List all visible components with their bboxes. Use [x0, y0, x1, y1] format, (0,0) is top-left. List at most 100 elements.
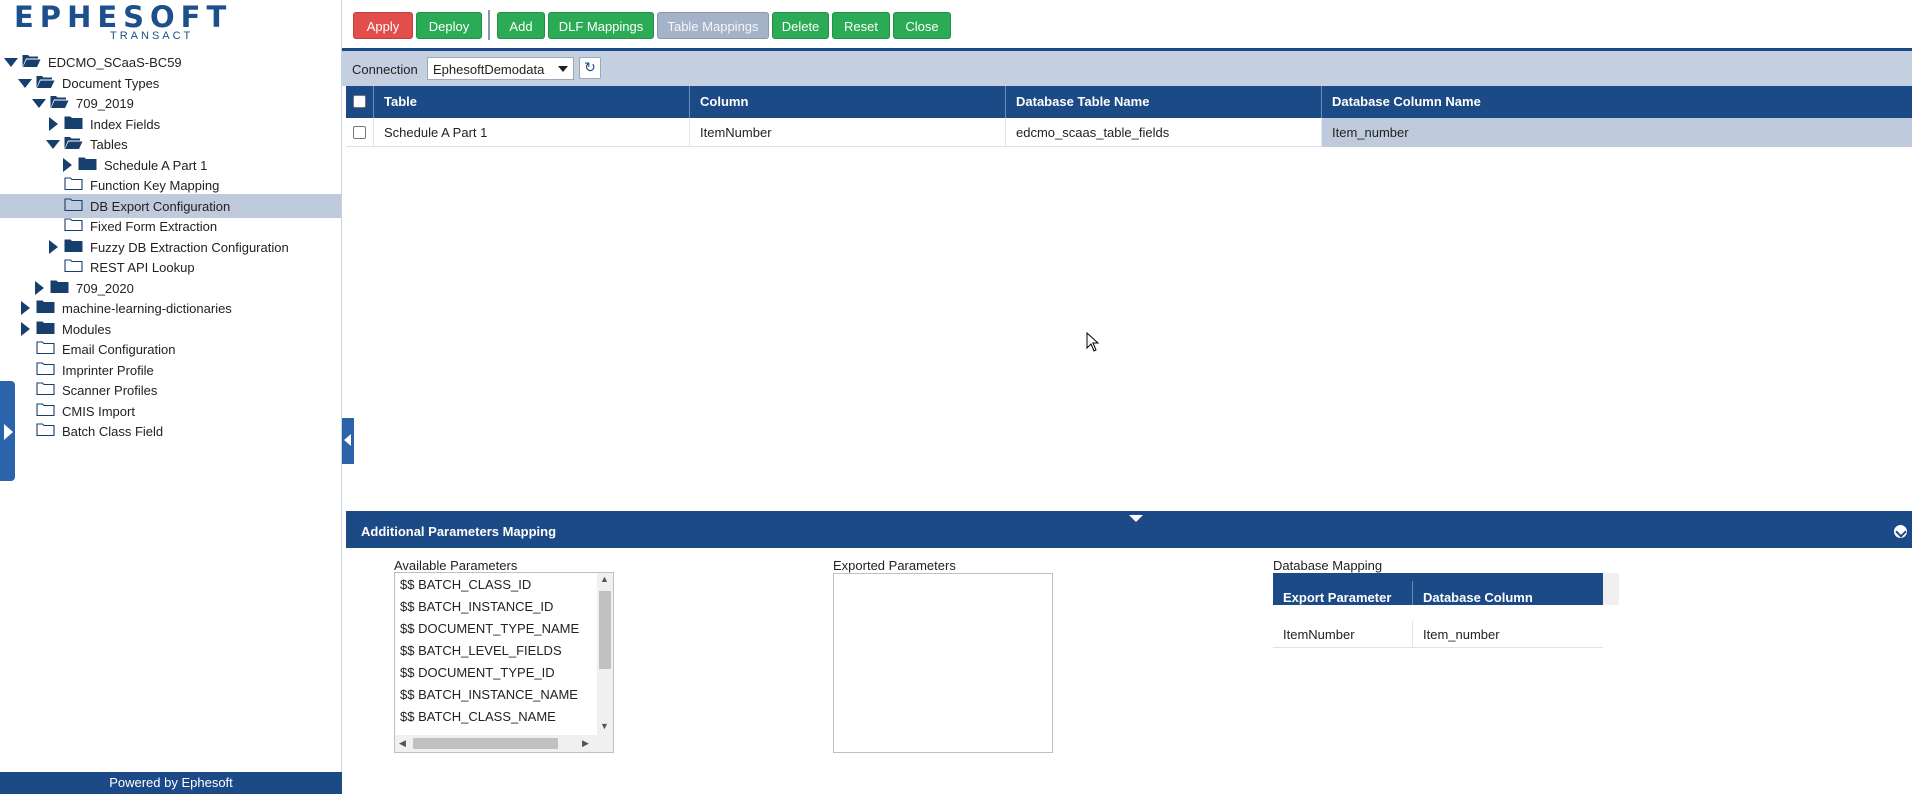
scroll-up-icon[interactable]: ▲	[600, 574, 609, 584]
mouse-cursor-icon	[1086, 332, 1100, 352]
available-parameters-label: Available Parameters	[394, 558, 518, 573]
apply-button[interactable]: Apply	[353, 12, 413, 39]
main-content: Connection EphesoftDemodata ↻ Table Colu…	[342, 48, 1912, 794]
expand-right-icon[interactable]	[21, 301, 30, 315]
folder-icon	[36, 321, 55, 334]
scroll-down-icon[interactable]: ▼	[600, 721, 609, 731]
list-item[interactable]: $$ BATCH_INSTANCE_ID	[400, 599, 553, 614]
list-item[interactable]: $$ BATCH_INSTANCE_NAME	[400, 687, 578, 702]
row-checkbox[interactable]	[353, 126, 366, 139]
refresh-connection-button[interactable]: ↻	[579, 57, 601, 79]
folder-icon	[50, 280, 69, 293]
tree-item-label: Fixed Form Extraction	[90, 219, 218, 234]
column-header-database-column[interactable]: Database Column	[1423, 590, 1533, 605]
expand-down-icon[interactable]	[32, 99, 46, 108]
table-row[interactable]: Schedule A Part 1 ItemNumber edcmo_scaas…	[346, 118, 1912, 147]
column-header-export-parameter[interactable]: Export Parameter	[1283, 590, 1391, 605]
folder-open-icon	[36, 75, 55, 88]
scrollbar-thumb[interactable]	[599, 591, 611, 669]
panel-expand-toggle[interactable]	[0, 381, 15, 481]
folder-icon	[64, 116, 83, 129]
mapping-scrollbar[interactable]	[1603, 573, 1619, 605]
scrollbar-thumb[interactable]	[413, 738, 558, 749]
expand-right-icon[interactable]	[49, 239, 58, 254]
chevron-left-icon	[344, 434, 351, 446]
cell-db-table-name[interactable]: edcmo_scaas_table_fields	[1006, 118, 1322, 147]
folder-icon	[64, 177, 83, 191]
database-mapping-label: Database Mapping	[1273, 558, 1383, 573]
powered-by-footer: Powered by Ephesoft	[0, 772, 342, 794]
scroll-left-icon[interactable]: ◀	[399, 738, 406, 749]
column-header-column[interactable]: Column	[690, 86, 1006, 118]
collapse-circle-icon[interactable]	[1893, 524, 1908, 539]
folder-open-icon	[50, 96, 69, 108]
tree-item-label: Fuzzy DB Extraction Configuration	[90, 239, 289, 255]
left-panel: EPHESOFT TRANSACT EDCMO_SCaaS-BC59 Docume…	[0, 0, 342, 794]
tree-item-label: Batch Class Field	[62, 424, 164, 439]
cell-db-column-name[interactable]: Item_number	[1322, 118, 1912, 147]
tree-item-label: Document Types	[62, 75, 160, 91]
column-header-db-column-name[interactable]: Database Column Name	[1322, 86, 1912, 118]
expand-right-icon[interactable]	[21, 321, 30, 336]
delete-button[interactable]: Delete	[772, 12, 829, 39]
tree-item[interactable]: Batch Class Field	[0, 419, 341, 443]
list-item[interactable]: $$ BATCH_CLASS_ID	[400, 577, 531, 592]
connection-label: Connection	[352, 62, 418, 77]
expand-down-icon[interactable]	[4, 58, 18, 67]
tree-item-label: REST API Lookup	[90, 260, 195, 275]
logo-text: EPHESOFT	[14, 0, 233, 34]
splitter-handle[interactable]	[1109, 513, 1161, 525]
expand-right-icon[interactable]	[63, 157, 72, 172]
select-all-checkbox[interactable]	[353, 95, 366, 108]
tree-item-label: DB Export Configuration	[90, 198, 231, 214]
cell-database-column[interactable]: Item_number	[1423, 627, 1500, 642]
close-button[interactable]: Close	[893, 12, 951, 39]
expand-right-icon[interactable]	[49, 116, 58, 131]
exported-parameters-list[interactable]	[833, 573, 1053, 753]
available-parameters-list[interactable]: $$ BATCH_CLASS_ID $$ BATCH_INSTANCE_ID $$ …	[394, 572, 614, 753]
folder-icon	[78, 157, 97, 170]
tree-item-label: 709_2020	[76, 280, 134, 296]
list-item[interactable]: $$ DOCUMENT_TYPE_ID	[400, 665, 555, 680]
exported-parameters-label: Exported Parameters	[833, 558, 956, 573]
expand-down-icon[interactable]	[46, 140, 60, 149]
tree-item-label: Index Fields	[90, 116, 161, 132]
collapse-tree-tab[interactable]	[342, 418, 354, 464]
tree-item-label: Imprinter Profile	[62, 362, 154, 378]
expand-down-icon[interactable]	[18, 78, 32, 88]
chevron-down-icon	[1129, 515, 1143, 522]
cell-table[interactable]: Schedule A Part 1	[374, 118, 690, 147]
header-divider	[1412, 581, 1413, 605]
deploy-button[interactable]: Deploy	[416, 12, 482, 39]
table-mappings-button[interactable]: Table Mappings	[657, 12, 769, 39]
row-select-cell	[346, 118, 374, 147]
tree-item-label: CMIS Import	[62, 403, 135, 419]
horizontal-scrollbar[interactable]: ◀ ▶	[395, 735, 613, 752]
scroll-right-icon[interactable]: ▶	[582, 738, 589, 749]
toolbar: Apply Deploy Add DLF Mappings Table Mapp…	[342, 0, 1912, 48]
add-button[interactable]: Add	[497, 12, 545, 39]
tree-item-label: Email Configuration	[62, 342, 176, 357]
list-item[interactable]: $$ BATCH_CLASS_NAME	[400, 709, 556, 724]
cell-export-parameter[interactable]: ItemNumber	[1283, 627, 1355, 642]
tree-item-label: Scanner Profiles	[62, 383, 158, 398]
folder-icon	[64, 197, 83, 211]
cell-column[interactable]: ItemNumber	[690, 118, 1006, 147]
tree-item-label: EDCMO_SCaaS-BC59	[48, 55, 182, 70]
column-header-table[interactable]: Table	[374, 86, 690, 118]
reset-button[interactable]: Reset	[832, 12, 890, 39]
list-item[interactable]: $$ BATCH_LEVEL_FIELDS	[400, 643, 562, 658]
vertical-scrollbar[interactable]: ▲ ▼	[597, 573, 613, 735]
folder-icon	[36, 300, 55, 313]
folder-icon	[64, 259, 83, 273]
tree-item-label: Function Key Mapping	[90, 178, 220, 193]
column-header-db-table-name[interactable]: Database Table Name	[1006, 86, 1322, 118]
connection-select[interactable]: EphesoftDemodata	[427, 57, 574, 80]
dlf-mappings-button[interactable]: DLF Mappings	[548, 12, 654, 39]
folder-open-icon	[22, 55, 41, 67]
ephesoft-logo: EPHESOFT TRANSACT	[14, 2, 226, 42]
tree-item-label: Schedule A Part 1	[104, 157, 208, 173]
list-item[interactable]: $$ DOCUMENT_TYPE_NAME	[400, 621, 579, 636]
expand-right-icon[interactable]	[35, 280, 44, 295]
table-row[interactable]: ItemNumber Item_number	[1273, 621, 1603, 648]
